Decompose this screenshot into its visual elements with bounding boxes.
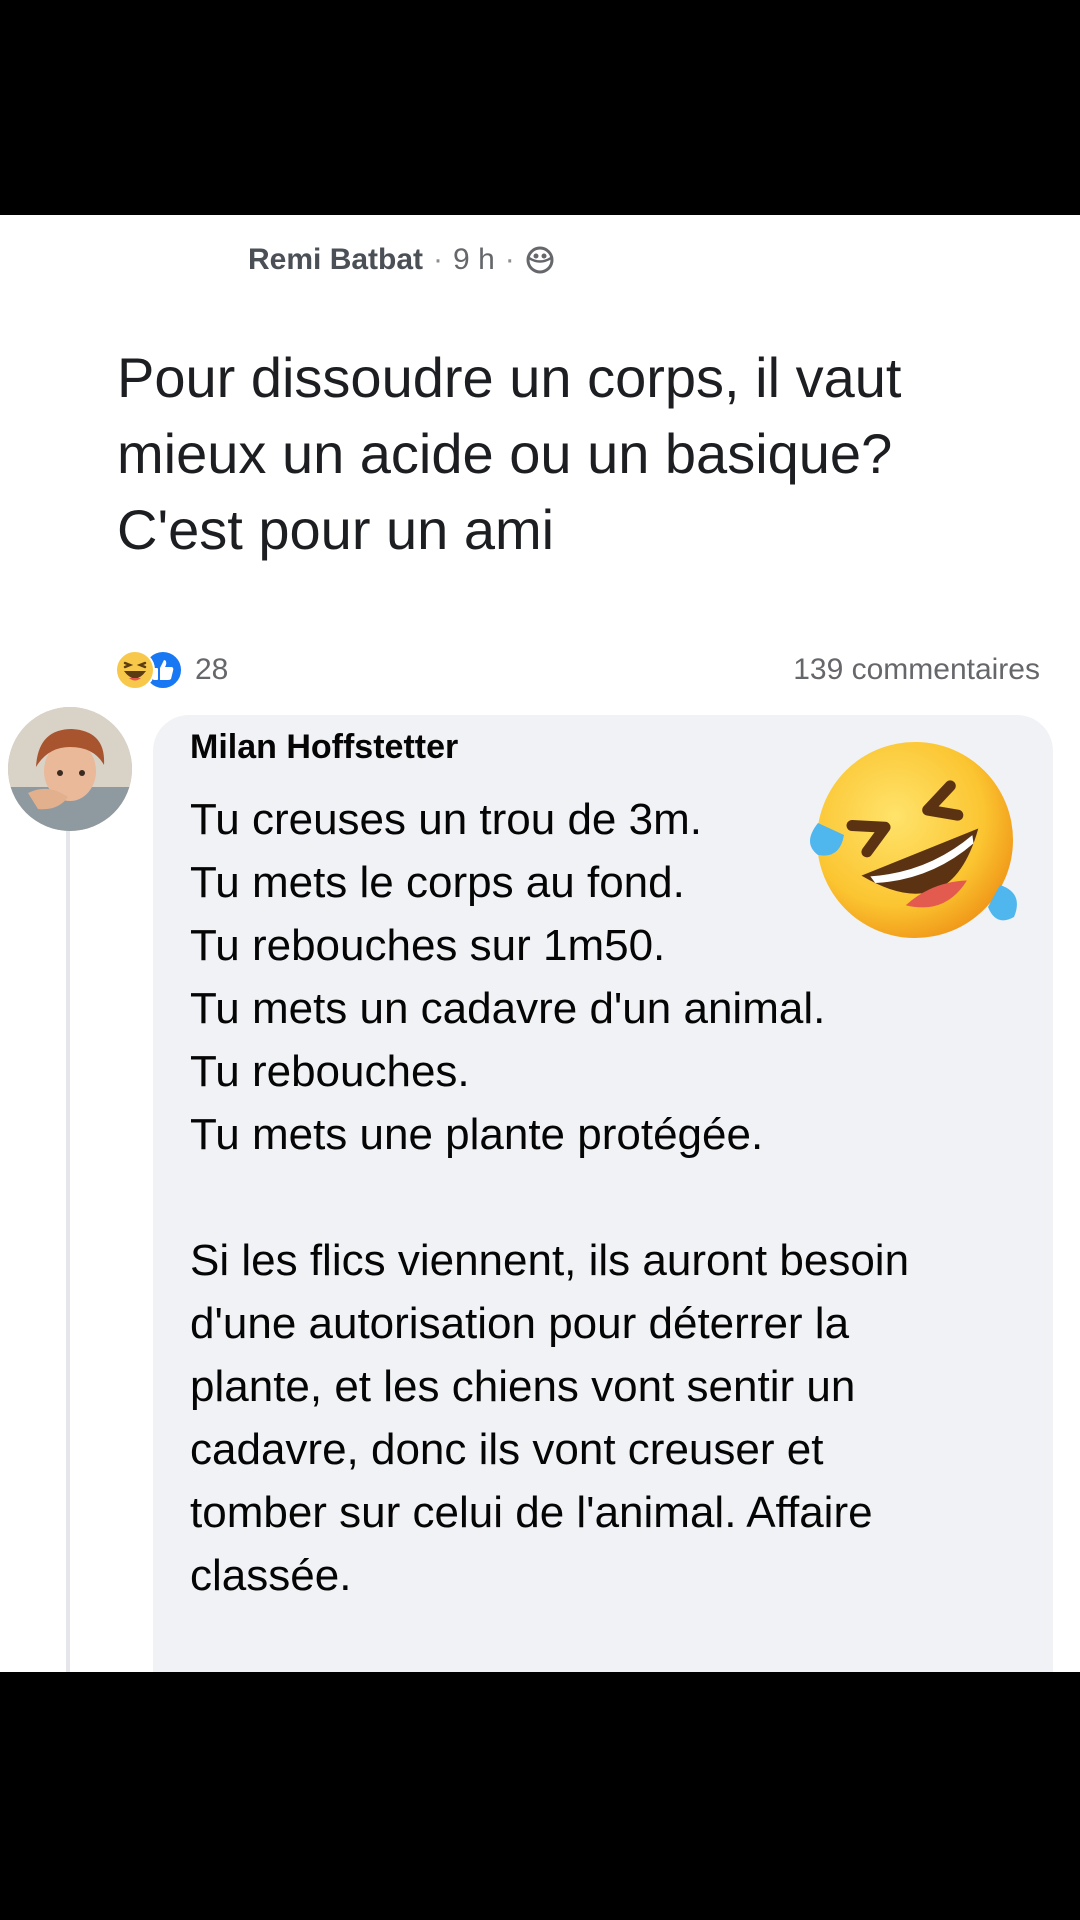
comment-line: classée. [190, 1551, 352, 1600]
rolling-on-floor-laughing-emoji [810, 742, 1017, 938]
post-text-line: Pour dissoudre un corps, il vaut [117, 346, 902, 409]
meta-separator: · [433, 243, 444, 276]
comment-line: tomber sur celui de l'animal. Affaire [190, 1488, 873, 1537]
comment-thread-line [66, 827, 70, 1672]
comments-count[interactable]: 139 commentaires [793, 653, 1040, 687]
post-text-line: mieux un acide ou un basique? [117, 422, 893, 485]
reaction-icons [115, 648, 185, 692]
avatar[interactable] [8, 707, 132, 831]
comment-line: cadavre, donc ils vont creuser et [190, 1425, 824, 1474]
meta-separator: · [504, 243, 515, 276]
comment-line: Si les flics viennent, ils auront besoin [190, 1236, 910, 1285]
post-header: Remi Batbat · 9 h · [248, 235, 555, 285]
screenshot-frame: Remi Batbat · 9 h · Pour dissoudre un co… [0, 0, 1080, 1920]
comment-line: Tu rebouches. [190, 1047, 470, 1096]
comment-author[interactable]: Milan Hoffstetter [190, 728, 458, 767]
post-text-line: C'est pour un ami [117, 498, 555, 561]
comment-line: Tu mets un cadavre d'un animal. [190, 984, 826, 1033]
reactions-summary[interactable]: 28 [115, 648, 228, 692]
haha-icon [115, 650, 155, 690]
globe-icon [525, 245, 555, 275]
facebook-post: Remi Batbat · 9 h · Pour dissoudre un co… [0, 215, 1080, 1672]
post-text: Pour dissoudre un corps, il vaut mieux u… [117, 340, 1057, 568]
post-time[interactable]: 9 h [453, 243, 495, 277]
comment-line: d'une autorisation pour déterrer la [190, 1299, 850, 1348]
reactions-row: 28 139 commentaires [115, 645, 1040, 695]
reaction-count: 28 [195, 653, 229, 686]
post-author[interactable]: Remi Batbat [248, 243, 423, 277]
comment-line [190, 1166, 1030, 1229]
comment-line: Tu mets une plante protégée. [190, 1110, 764, 1159]
comment-line: plante, et les chiens vont sentir un [190, 1362, 856, 1411]
